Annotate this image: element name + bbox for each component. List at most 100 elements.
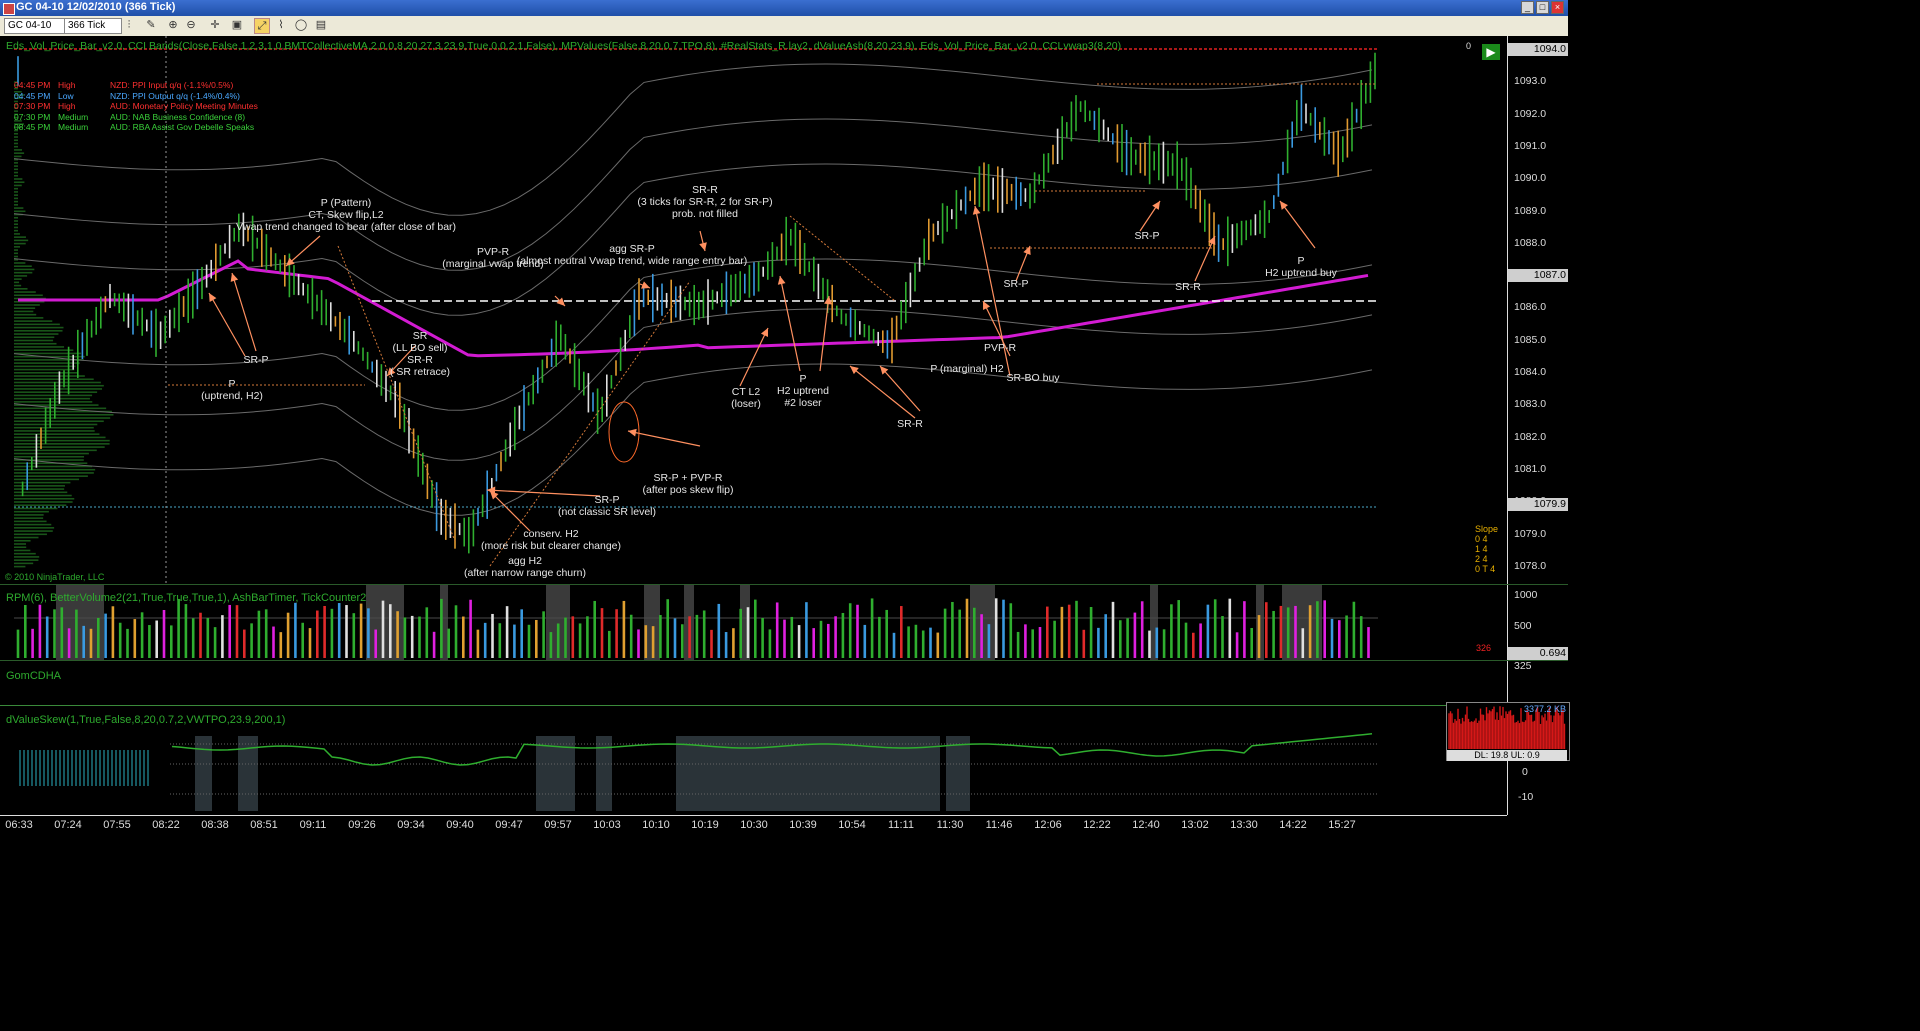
volume-profile-bar — [14, 401, 93, 403]
volume-profile-bar — [14, 339, 54, 342]
annotation-arrow-head — [777, 276, 786, 285]
time-axis-tick: 09:34 — [397, 819, 425, 831]
price-axis-tick: 1086.0 — [1514, 301, 1547, 314]
maximize-button[interactable]: □ — [1536, 1, 1549, 14]
volume-profile-bar — [14, 375, 85, 377]
price-axis-tick: 1079.0 — [1514, 527, 1547, 540]
chart-annotation: SR-R (3 ticks for SR-R, 2 for SR-P) prob… — [637, 184, 773, 220]
crosshair-icon[interactable]: ✛ — [208, 18, 222, 32]
instrument-select[interactable]: GC 04-10 — [4, 18, 66, 34]
cdha-axis[interactable]: 325 — [1507, 660, 1569, 705]
minimize-button[interactable]: _ — [1521, 1, 1534, 14]
volume-profile-bar — [14, 488, 65, 490]
price-badge: 1079.9 — [1508, 498, 1568, 512]
news-row: 07:30 PM Medium AUD: NAB Business Confiden… — [14, 112, 258, 123]
annotation-arrow-head — [972, 206, 981, 215]
volume-profile-bar — [14, 523, 52, 526]
volume-profile-bar — [14, 546, 27, 549]
price-axis[interactable]: 1094.0 1093.0 1092.0 1091.0 1090.0 1089.0 1088… — [1507, 36, 1569, 584]
volume-profile-bar — [14, 255, 18, 258]
zoom-out-icon[interactable]: ⊖ — [184, 18, 198, 32]
volume-profile-bar — [14, 132, 18, 135]
volume-profile-bar — [14, 152, 25, 154]
close-button[interactable]: × — [1551, 1, 1564, 14]
time-axis-tick: 10:39 — [789, 819, 817, 831]
copyright: © 2010 NinjaTrader, LLC — [5, 572, 105, 582]
volume-profile-bar — [14, 278, 22, 280]
annotation-arrow-line — [208, 292, 246, 357]
volume-profile-bar — [14, 446, 105, 448]
price-badge: 1094.0 — [1508, 43, 1568, 56]
volume-profile-bar — [14, 507, 58, 510]
skew-panel[interactable]: dValueSkew(1,True,False,8,20,0.7,2,VWTPO… — [0, 706, 1507, 815]
annotation-arrow-line — [819, 295, 830, 372]
time-axis-tick: 13:02 — [1181, 819, 1209, 831]
time-axis-tick: 10:30 — [740, 819, 768, 831]
time-axis-tick: 06:33 — [5, 819, 33, 831]
volume-profile-bar — [14, 194, 18, 196]
time-axis[interactable]: 06:33 07:24 07:55 08:22 08:38 08:51 09:11 09:26… — [0, 815, 1507, 843]
network-dl-ul: DL: 19.8 UL: 0.9 — [1447, 750, 1567, 761]
volume-profile-bar — [14, 220, 18, 222]
strategy-icon[interactable]: ⤢ — [254, 18, 270, 34]
go-live-icon[interactable]: ▶ — [1482, 44, 1500, 60]
annotation-arrow-head — [850, 366, 859, 375]
volume-profile-bar — [14, 207, 24, 209]
volume-profile-bar — [14, 246, 21, 248]
volume-profile-bar — [14, 197, 18, 200]
bar-type-icon[interactable]: ⫶ — [122, 18, 136, 32]
drawing-tool-icon[interactable]: ✎ — [144, 18, 158, 32]
cdha-panel[interactable]: GomCDHA — [0, 661, 1507, 705]
volume-profile-bar — [14, 420, 104, 423]
data-box-icon[interactable]: ◯ — [294, 18, 308, 32]
volume-profile-bar — [14, 142, 18, 145]
time-axis-tick: 11:30 — [936, 819, 964, 831]
volume-profile-bar — [14, 187, 18, 190]
top-right-value: 0 — [1466, 41, 1472, 51]
volume-profile-bar — [14, 191, 18, 193]
volume-profile-bar — [14, 394, 93, 397]
time-axis-tick: 07:24 — [54, 819, 82, 831]
time-axis-tick: 12:40 — [1132, 819, 1160, 831]
price-axis-tick: 1092.0 — [1514, 107, 1547, 120]
news-impact: Medium — [58, 122, 89, 132]
news-time: 08:45 PM — [14, 122, 51, 132]
chart-annotation: SR (LL BO sell) SR-R ( SR retrace) — [389, 330, 451, 378]
indicators-icon[interactable]: ⌇ — [274, 18, 288, 32]
volume-profile-bar — [14, 449, 97, 452]
skew-axis-tick: 0 — [1522, 766, 1528, 778]
chart-annotation: P (marginal) H2 — [930, 363, 1004, 375]
volume-profile-bar — [14, 200, 18, 203]
volume-panel[interactable]: RPM(6), BetterVolume2(21,True,True,True,… — [0, 585, 1507, 660]
volume-profile-bar — [14, 149, 22, 151]
volume-profile-bar — [14, 562, 34, 565]
properties-icon[interactable]: ▣ — [230, 18, 244, 32]
volume-profile-bar — [14, 323, 60, 326]
volume-profile-bar — [14, 233, 20, 235]
volume-profile-bar — [14, 539, 31, 542]
price-axis-tick: 1093.0 — [1514, 75, 1547, 88]
news-time: 04:45 PM — [14, 90, 51, 101]
volume-profile-bar — [14, 527, 55, 529]
price-axis-tick: 1082.0 — [1514, 430, 1547, 443]
zoom-in-icon[interactable]: ⊕ — [166, 18, 180, 32]
volume-profile-bar — [14, 543, 27, 545]
volume-profile-bar — [14, 352, 82, 355]
period-select[interactable]: 366 Tick — [64, 18, 122, 34]
news-event: AUD: NAB Business Confidence (8) — [110, 111, 246, 122]
chart-trader-icon[interactable]: ▤ — [314, 18, 328, 32]
time-axis-tick: 09:11 — [299, 819, 327, 831]
trend-line — [337, 245, 456, 542]
chart-annotation: PVP-R — [983, 342, 1017, 354]
price-axis-tick: 1078.0 — [1514, 559, 1547, 572]
volume-profile-bar — [14, 313, 37, 316]
volume-profile-bar — [14, 501, 73, 503]
window-titlebar: GC 04-10 12/02/2010 (366 Tick) _ □ × — [0, 0, 1568, 16]
news-list: 04:45 PM High NZD: PPI Input q/q (-1.1%/0.… — [14, 80, 258, 133]
volume-axis[interactable]: 1000 500 0.694 — [1507, 585, 1569, 660]
volume-profile-bar — [14, 307, 36, 309]
slope-row: 1 4 — [1475, 544, 1488, 554]
price-axis-tick: 1084.0 — [1514, 366, 1547, 378]
annotation-arrow-line — [779, 275, 801, 372]
volume-profile-bar — [14, 239, 29, 242]
